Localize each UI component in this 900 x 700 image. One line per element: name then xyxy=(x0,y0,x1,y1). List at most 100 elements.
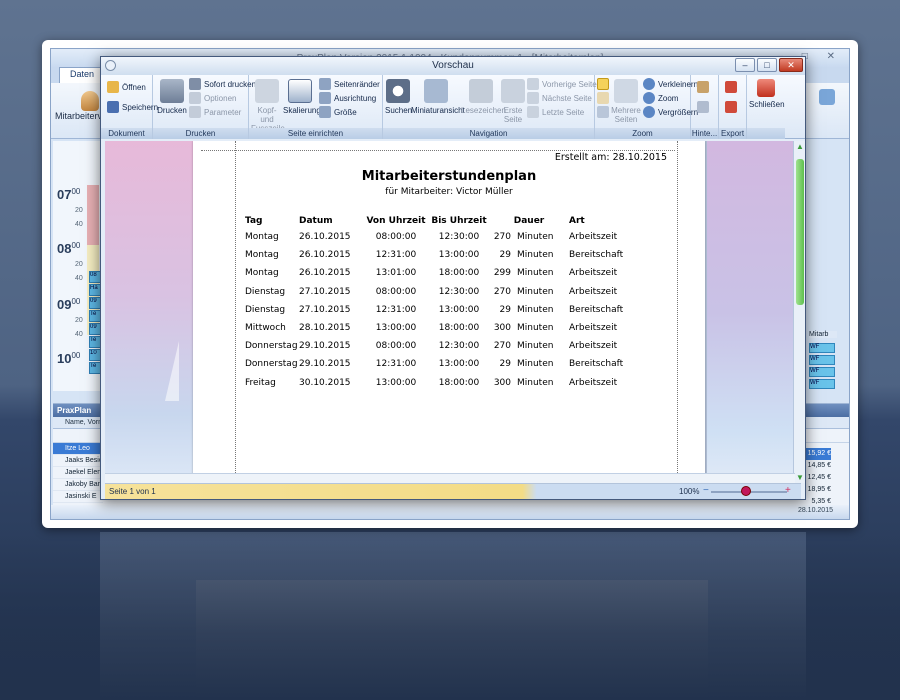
erste-label: Erste xyxy=(503,106,523,115)
magnifier-icon[interactable] xyxy=(597,106,609,118)
cell-dauer: 270 xyxy=(493,232,511,243)
cell-art: Arbeitszeit xyxy=(569,232,618,243)
calendar-entry[interactable]: WF xyxy=(809,343,835,353)
calendar-entry[interactable]: WF xyxy=(809,355,835,365)
schliessen-button[interactable]: Schließen xyxy=(749,79,785,109)
day-calendar[interactable]: 0700 20 40 0800 20 40 0900 20 40 1000 08… xyxy=(53,141,103,391)
group-label-export: Export xyxy=(719,128,746,139)
hour-label: 0900 xyxy=(57,297,81,312)
cell-datum: 26.10.2015 xyxy=(299,250,351,261)
size-icon xyxy=(319,106,331,118)
pointer-icon[interactable] xyxy=(597,78,609,90)
system-menu-icon[interactable] xyxy=(105,60,116,71)
group-label-navigation: Navigation xyxy=(383,128,594,139)
cell-tag: Montag xyxy=(245,232,279,243)
skalierung-button[interactable]: Skalierung xyxy=(283,79,321,115)
minimize-button[interactable]: – xyxy=(735,58,755,72)
verkleinern-button[interactable]: Verkleinern xyxy=(643,78,698,90)
hand-icon[interactable] xyxy=(597,92,609,104)
margins-icon xyxy=(319,78,331,90)
group-navigation: Suchen Miniaturansicht Lesezeichen Erste… xyxy=(383,75,597,139)
list-item[interactable]: Jasinski E xyxy=(53,491,103,503)
cell-art: Bereitschaft xyxy=(569,250,624,261)
vertical-scrollbar[interactable]: ▲ ▼ xyxy=(793,141,805,483)
zoom-plus-icon[interactable]: + xyxy=(785,485,791,496)
calendar-entry[interactable]: WF xyxy=(809,367,835,377)
group-label-drucken: Drucken xyxy=(153,128,248,139)
close-button[interactable]: ✕ xyxy=(779,58,803,72)
preview-ribbon: Öffnen Speichern Dokument Drucken Sofort… xyxy=(101,75,805,139)
erste-seite-button[interactable]: Erste Seite xyxy=(501,79,525,124)
kopf-fusszeile-button[interactable]: Kopf- und Fusszeile xyxy=(251,79,285,133)
zoom-slider-thumb[interactable] xyxy=(741,486,751,496)
group-hintergrund: Hinte... xyxy=(691,75,719,139)
ausrichtung-label: Ausrichtung xyxy=(334,93,377,103)
optionen-button[interactable]: Optionen xyxy=(189,92,236,104)
background-right xyxy=(707,141,799,483)
watermark-icon[interactable] xyxy=(697,101,709,113)
employee-icon xyxy=(81,91,99,111)
zoom-minus-icon[interactable]: − xyxy=(703,485,709,496)
preview-canvas[interactable]: Erstellt am: 28.10.2015 Mitarbeiterstund… xyxy=(105,141,799,483)
lesezeichen-button[interactable]: Lesezeichen xyxy=(461,79,506,115)
cell-von: 13:00:00 xyxy=(375,377,417,388)
mehrere-seiten-button[interactable]: Mehrere Seiten xyxy=(611,79,641,124)
orientation-icon xyxy=(319,92,331,104)
thumbnails-icon xyxy=(424,79,448,103)
vorherige-seite-button[interactable]: Vorherige Seite xyxy=(527,78,597,90)
bookmarks-icon xyxy=(469,79,493,103)
table-header-row: Tag Datum Von Uhrzeit Bis Uhrzeit Dauer … xyxy=(245,213,649,228)
column-header: Datum xyxy=(299,215,333,226)
drucken-button[interactable]: Drucken xyxy=(157,79,187,115)
table-row: Montag 26.10.2015 13:01:00 18:00:00 299 Minut… xyxy=(245,264,649,282)
table-row: Mittwoch 28.10.2015 13:00:00 18:00:00 300 Min… xyxy=(245,319,649,337)
list-item[interactable]: Jakoby Bar xyxy=(53,479,103,491)
cell-art: Arbeitszeit xyxy=(569,341,618,352)
kopf-label: Kopf- und xyxy=(257,106,277,124)
list-item[interactable]: Jaaks Besio xyxy=(53,455,103,467)
table-row: Freitag 30.10.2015 13:00:00 18:00:00 300 Minu… xyxy=(245,374,649,392)
seitenraender-label: Seitenränder xyxy=(334,79,380,89)
send-email-icon[interactable] xyxy=(725,101,737,113)
speichern-button[interactable]: Speichern xyxy=(107,101,158,113)
cell-dauer: 270 xyxy=(493,341,511,352)
list-item[interactable]: Jaekel Elen xyxy=(53,467,103,479)
miniaturansicht-button[interactable]: Miniaturansicht xyxy=(411,79,465,115)
export-pdf-icon[interactable] xyxy=(725,81,737,93)
horizontal-scrollbar[interactable] xyxy=(105,473,795,483)
scroll-down-icon[interactable]: ▼ xyxy=(796,473,804,482)
zoom-button[interactable]: Zoom xyxy=(643,92,678,104)
vergroessern-button[interactable]: Vergrößern xyxy=(643,106,698,118)
cell-bis: 18:00:00 xyxy=(438,323,480,334)
letzte-seite-button[interactable]: Letzte Seite xyxy=(527,106,584,118)
group-label-dokument: Dokument xyxy=(101,128,152,139)
skalierung-label: Skalierung xyxy=(283,106,321,115)
maximize-button[interactable]: □ xyxy=(757,58,777,72)
oeffnen-button[interactable]: Öffnen xyxy=(107,81,146,93)
calendar-entry[interactable]: WF xyxy=(809,379,835,389)
minute-mark: 20 xyxy=(75,261,83,268)
erste-seite-label: Seite xyxy=(503,115,523,124)
cell-unit: Minuten xyxy=(517,377,554,388)
groesse-button[interactable]: Größe xyxy=(319,106,357,118)
header-footer-icon xyxy=(255,79,279,103)
page-color-icon[interactable] xyxy=(697,81,709,93)
ausrichtung-button[interactable]: Ausrichtung xyxy=(319,92,376,104)
cell-datum: 26.10.2015 xyxy=(299,232,351,243)
parameter-button[interactable]: Parameter xyxy=(189,106,241,118)
suchen-label: Suchen xyxy=(385,106,413,115)
miniaturansicht-label: Miniaturansicht xyxy=(411,106,465,115)
suchen-button[interactable]: Suchen xyxy=(385,79,413,115)
scroll-thumb[interactable] xyxy=(796,159,804,305)
seitenraender-button[interactable]: Seitenränder xyxy=(319,78,380,90)
cell-bis: 12:30:00 xyxy=(438,341,480,352)
sofort-drucken-button[interactable]: Sofort drucken xyxy=(189,78,256,90)
cell-dauer: 300 xyxy=(493,377,511,388)
schliessen-label: Schließen xyxy=(749,100,785,109)
tab-daten[interactable]: Daten xyxy=(59,67,106,83)
scroll-up-icon[interactable]: ▲ xyxy=(796,142,804,151)
naechste-seite-button[interactable]: Nächste Seite xyxy=(527,92,592,104)
zoom-out-icon xyxy=(643,78,655,90)
window-controls: – □ ✕ xyxy=(735,58,803,72)
list-item[interactable]: Itze Leo xyxy=(53,443,103,455)
